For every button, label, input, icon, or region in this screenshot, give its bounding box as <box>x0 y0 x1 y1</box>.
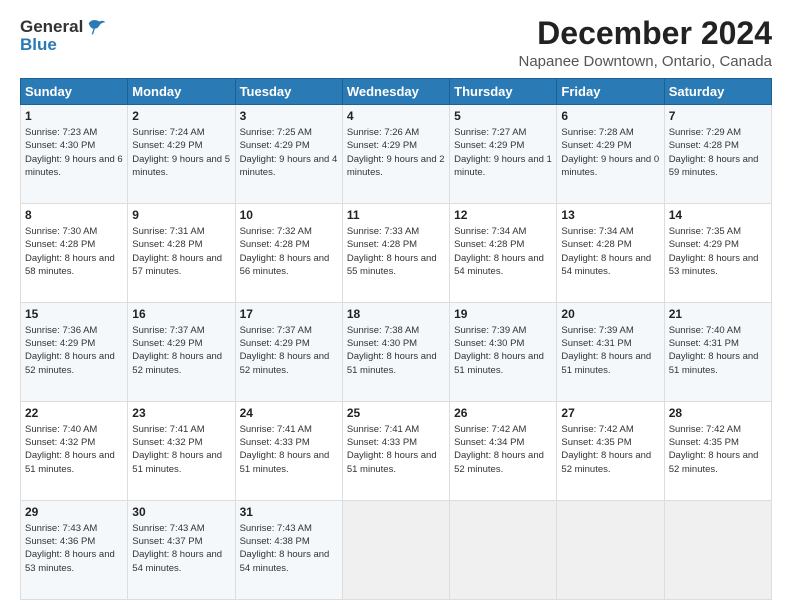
day-cell-13: 13Sunrise: 7:34 AMSunset: 4:28 PMDayligh… <box>557 204 664 303</box>
week-row-1: 1Sunrise: 7:23 AMSunset: 4:30 PMDaylight… <box>21 105 772 204</box>
header: General Blue December 2024 Napanee Downt… <box>20 16 772 70</box>
day-cell-11: 11Sunrise: 7:33 AMSunset: 4:28 PMDayligh… <box>342 204 449 303</box>
day-cell-4: 4Sunrise: 7:26 AMSunset: 4:29 PMDaylight… <box>342 105 449 204</box>
week-row-2: 8Sunrise: 7:30 AMSunset: 4:28 PMDaylight… <box>21 204 772 303</box>
day-cell-29: 29Sunrise: 7:43 AMSunset: 4:36 PMDayligh… <box>21 501 128 600</box>
day-cell-1: 1Sunrise: 7:23 AMSunset: 4:30 PMDaylight… <box>21 105 128 204</box>
week-row-4: 22Sunrise: 7:40 AMSunset: 4:32 PMDayligh… <box>21 402 772 501</box>
header-thursday: Thursday <box>450 79 557 105</box>
day-cell-empty-2 <box>450 501 557 600</box>
header-saturday: Saturday <box>664 79 771 105</box>
logo-general-text: General <box>20 17 83 37</box>
week-row-3: 15Sunrise: 7:36 AMSunset: 4:29 PMDayligh… <box>21 303 772 402</box>
page: General Blue December 2024 Napanee Downt… <box>0 0 792 612</box>
day-cell-14: 14Sunrise: 7:35 AMSunset: 4:29 PMDayligh… <box>664 204 771 303</box>
day-cell-28: 28Sunrise: 7:42 AMSunset: 4:35 PMDayligh… <box>664 402 771 501</box>
day-cell-24: 24Sunrise: 7:41 AMSunset: 4:33 PMDayligh… <box>235 402 342 501</box>
day-cell-10: 10Sunrise: 7:32 AMSunset: 4:28 PMDayligh… <box>235 204 342 303</box>
day-cell-6: 6Sunrise: 7:28 AMSunset: 4:29 PMDaylight… <box>557 105 664 204</box>
day-cell-3: 3Sunrise: 7:25 AMSunset: 4:29 PMDaylight… <box>235 105 342 204</box>
day-cell-empty-3 <box>557 501 664 600</box>
day-cell-27: 27Sunrise: 7:42 AMSunset: 4:35 PMDayligh… <box>557 402 664 501</box>
day-cell-9: 9Sunrise: 7:31 AMSunset: 4:28 PMDaylight… <box>128 204 235 303</box>
week-row-5: 29Sunrise: 7:43 AMSunset: 4:36 PMDayligh… <box>21 501 772 600</box>
header-friday: Friday <box>557 79 664 105</box>
day-cell-31: 31Sunrise: 7:43 AMSunset: 4:38 PMDayligh… <box>235 501 342 600</box>
day-cell-empty-4 <box>664 501 771 600</box>
day-cell-25: 25Sunrise: 7:41 AMSunset: 4:33 PMDayligh… <box>342 402 449 501</box>
day-cell-20: 20Sunrise: 7:39 AMSunset: 4:31 PMDayligh… <box>557 303 664 402</box>
header-wednesday: Wednesday <box>342 79 449 105</box>
day-cell-2: 2Sunrise: 7:24 AMSunset: 4:29 PMDaylight… <box>128 105 235 204</box>
day-cell-16: 16Sunrise: 7:37 AMSunset: 4:29 PMDayligh… <box>128 303 235 402</box>
day-cell-26: 26Sunrise: 7:42 AMSunset: 4:34 PMDayligh… <box>450 402 557 501</box>
day-cell-22: 22Sunrise: 7:40 AMSunset: 4:32 PMDayligh… <box>21 402 128 501</box>
header-sunday: Sunday <box>21 79 128 105</box>
day-cell-15: 15Sunrise: 7:36 AMSunset: 4:29 PMDayligh… <box>21 303 128 402</box>
day-cell-12: 12Sunrise: 7:34 AMSunset: 4:28 PMDayligh… <box>450 204 557 303</box>
day-cell-21: 21Sunrise: 7:40 AMSunset: 4:31 PMDayligh… <box>664 303 771 402</box>
calendar-header-row: Sunday Monday Tuesday Wednesday Thursday… <box>21 79 772 105</box>
day-cell-7: 7Sunrise: 7:29 AMSunset: 4:28 PMDaylight… <box>664 105 771 204</box>
logo-bird-icon <box>85 16 107 38</box>
header-monday: Monday <box>128 79 235 105</box>
day-cell-23: 23Sunrise: 7:41 AMSunset: 4:32 PMDayligh… <box>128 402 235 501</box>
logo-blue-text: Blue <box>20 35 107 55</box>
day-cell-19: 19Sunrise: 7:39 AMSunset: 4:30 PMDayligh… <box>450 303 557 402</box>
day-cell-18: 18Sunrise: 7:38 AMSunset: 4:30 PMDayligh… <box>342 303 449 402</box>
day-cell-17: 17Sunrise: 7:37 AMSunset: 4:29 PMDayligh… <box>235 303 342 402</box>
title-block: December 2024 Napanee Downtown, Ontario,… <box>519 16 773 70</box>
day-cell-5: 5Sunrise: 7:27 AMSunset: 4:29 PMDaylight… <box>450 105 557 204</box>
header-tuesday: Tuesday <box>235 79 342 105</box>
calendar-table: Sunday Monday Tuesday Wednesday Thursday… <box>20 78 772 600</box>
logo: General Blue <box>20 16 107 55</box>
day-cell-30: 30Sunrise: 7:43 AMSunset: 4:37 PMDayligh… <box>128 501 235 600</box>
day-cell-8: 8Sunrise: 7:30 AMSunset: 4:28 PMDaylight… <box>21 204 128 303</box>
day-cell-empty-1 <box>342 501 449 600</box>
calendar-title: December 2024 <box>519 16 773 51</box>
calendar-subtitle: Napanee Downtown, Ontario, Canada <box>519 53 773 70</box>
